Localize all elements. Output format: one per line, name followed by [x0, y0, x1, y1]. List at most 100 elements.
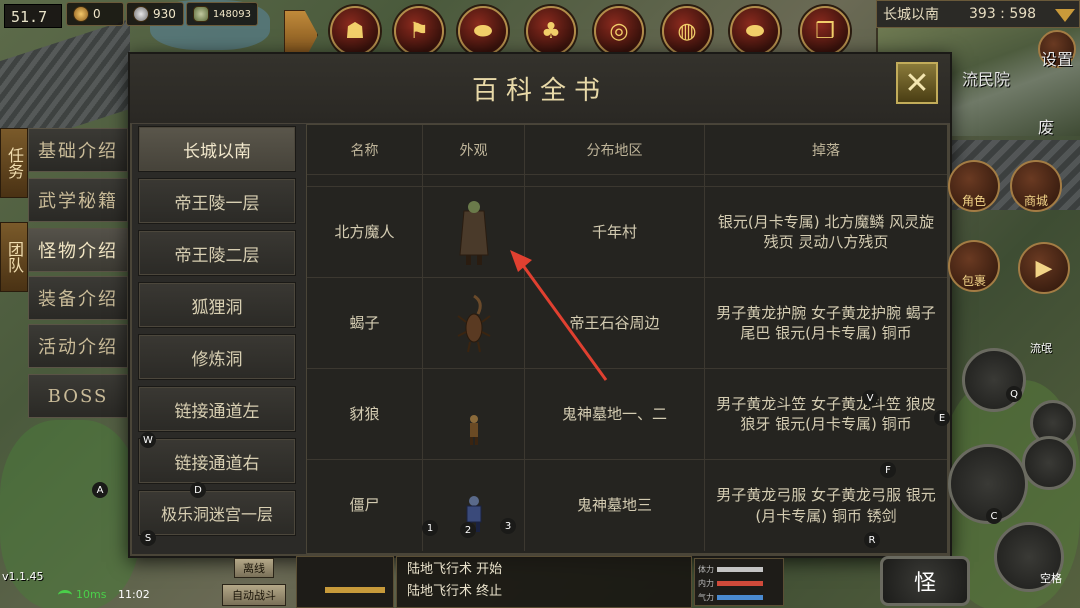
monster-drops: 男子黄龙弓服 女子黄龙弓服 银元(月卡专属) 铜币 锈剑	[716, 486, 936, 525]
category-tab[interactable]: BOSS	[28, 374, 128, 418]
close-icon: ✕	[904, 65, 930, 101]
team-tab[interactable]: 团队	[0, 222, 28, 292]
offline-label: 离线	[243, 562, 265, 575]
top-menu-icon-2[interactable]: ⚑	[394, 6, 444, 56]
monster-area: 鬼神墓地一、二	[525, 369, 705, 459]
category-label: 装备介绍	[38, 289, 118, 310]
settings-button[interactable]: 设置	[1038, 30, 1076, 69]
category-tab-active[interactable]: 怪物介绍	[28, 228, 128, 272]
category-label: 活动介绍	[38, 337, 118, 358]
key-hint-r: R	[864, 532, 880, 548]
monster-name: 僵尸	[307, 460, 423, 551]
top-menu-icon-3[interactable]: ⬬	[458, 6, 508, 56]
exp-bar	[325, 587, 385, 593]
monster-area: 千年村	[525, 187, 705, 277]
gold-amount: 0	[93, 7, 101, 21]
monster-appearance	[423, 187, 525, 277]
monster-name: 蝎子	[307, 278, 423, 368]
key-hint-s: S	[140, 530, 156, 546]
monster-appearance	[423, 278, 525, 368]
silver-amount: 930	[153, 7, 176, 21]
table-row[interactable]: 蝎子 帝王石谷周边 男子黄龙护腕 女子黄龙护腕 蝎子尾巴 银元(月卡专属) 铜币	[307, 278, 947, 369]
offline-button[interactable]: 离线	[234, 558, 274, 578]
monster-drops: 银元(月卡专属) 北方魔鳞 风灵旋残页 灵动八方残页	[717, 212, 935, 251]
table-row[interactable]: 北方魔人 千年村 银元(月卡专属) 北方魔鳞 风灵旋残页 灵动八方残页	[307, 187, 947, 278]
key-hint-f: F	[880, 462, 896, 478]
top-menu-icon-6[interactable]: ◍	[662, 6, 712, 56]
minimap-place: 流民院	[962, 70, 1011, 89]
monster-area: 鬼神墓地三	[525, 460, 705, 551]
key-hint-c: C	[986, 508, 1002, 524]
scorpion-sprite-icon	[456, 294, 491, 353]
map-item[interactable]: 极乐洞迷宫一层	[138, 490, 296, 536]
top-menu-icon-1[interactable]: ☗	[330, 6, 380, 56]
top-menu-icon-4[interactable]: ♣	[526, 6, 576, 56]
jump-up-button[interactable]	[1022, 436, 1076, 490]
location-bar[interactable]: 长城以南 393 : 598	[876, 0, 1080, 28]
category-label: 怪物介绍	[38, 241, 118, 262]
character-label: 角色	[961, 193, 986, 208]
map-item[interactable]: 帝王陵二层	[138, 230, 296, 276]
table-spacer	[307, 175, 947, 187]
gold-coin-icon	[73, 6, 89, 22]
token-amount: 148093	[212, 8, 251, 20]
monster-name: 豺狼	[307, 369, 423, 459]
key-hint-w: W	[140, 432, 156, 448]
bar-label: 内力	[698, 578, 714, 588]
category-tab[interactable]: 装备介绍	[28, 276, 128, 320]
team-tab-label: 团队	[5, 241, 24, 273]
key-hint-1: 1	[422, 520, 438, 536]
key-hint-a: A	[92, 482, 108, 498]
bag-button[interactable]: 包裹	[948, 240, 1000, 292]
category-tab[interactable]: 活动介绍	[28, 324, 128, 368]
silver-currency: 930	[126, 2, 184, 26]
header-area: 分布地区	[525, 125, 705, 174]
fps-counter: 51.7	[4, 4, 62, 28]
character-button[interactable]: 角色	[948, 160, 1000, 212]
map-item[interactable]: 帝王陵一层	[138, 178, 296, 224]
table-row[interactable]: 豺狼 鬼神墓地一、二 男子黄龙斗笠 女子黄龙斗笠 狼皮 狼牙 银元(月卡专属) …	[307, 369, 947, 460]
bar-label: 体力	[698, 564, 714, 574]
wolf-sprite-icon	[469, 415, 478, 445]
chevron-down-icon[interactable]	[1055, 9, 1075, 22]
monster-table[interactable]: 名称 外观 分布地区 掉落 北方魔人 千年村 银元(月卡专属) 北方魔鳞 风灵旋…	[306, 124, 948, 554]
system-log: 陆地飞行术 开始 陆地飞行术 终止	[396, 556, 692, 608]
energy-bar	[717, 594, 763, 600]
category-tab[interactable]: 基础介绍	[28, 128, 128, 172]
map-list: 长城以南 帝王陵一层 帝王陵二层 狐狸洞 修炼洞 链接通道左 链接通道右 极乐洞…	[138, 126, 300, 542]
top-menu-icon-5[interactable]: ◎	[594, 6, 644, 56]
ping-label: 10ms	[76, 588, 107, 601]
auto-battle-label: 自动战斗	[232, 589, 276, 602]
header-drops: 掉落	[812, 142, 840, 159]
map-item[interactable]: 链接通道左	[138, 386, 296, 432]
top-menu-icon-7[interactable]: ⬬	[730, 6, 780, 56]
version-label: v1.1.45	[2, 570, 44, 583]
monster-appearance	[423, 460, 525, 551]
demon-sprite-icon	[458, 201, 489, 265]
clock-label: 11:02	[118, 588, 150, 601]
gold-currency: 0	[66, 2, 124, 26]
header-appearance: 外观	[423, 125, 525, 174]
top-menu-icon-8[interactable]: ❒	[800, 6, 850, 56]
bar-label: 气力	[698, 592, 714, 602]
encyclopedia-dialog: 百科全书 ✕ 长城以南 帝王陵一层 帝王陵二层 狐狸洞 修炼洞 链接通道左 链接…	[128, 52, 952, 558]
category-label: BOSS	[47, 385, 109, 407]
key-hint-q: Q	[1006, 386, 1022, 402]
auto-battle-button[interactable]: 自动战斗	[222, 584, 286, 606]
quest-tab[interactable]: 任务	[0, 128, 28, 198]
key-hint-3: 3	[500, 518, 516, 534]
map-item[interactable]: 修炼洞	[138, 334, 296, 380]
category-tab[interactable]: 武学秘籍	[28, 178, 128, 222]
map-item[interactable]: 链接通道右	[138, 438, 296, 484]
minimap-place: 废	[1038, 118, 1055, 137]
dialog-title: 百科全书	[130, 54, 950, 124]
shop-button[interactable]: 商城	[1010, 160, 1062, 212]
map-item[interactable]: 长城以南	[138, 126, 296, 172]
axe-skill-button[interactable]	[962, 348, 1026, 412]
table-row[interactable]: 僵尸 鬼神墓地三 男子黄龙弓服 女子黄龙弓服 银元(月卡专属) 铜币 锈剑	[307, 460, 947, 551]
monster-toggle-button[interactable]: 怪	[880, 556, 970, 606]
close-button[interactable]: ✕	[896, 62, 938, 104]
map-item[interactable]: 狐狸洞	[138, 282, 296, 328]
right-arrow-button[interactable]: ▶	[1018, 242, 1070, 294]
space-key-label: 空格	[1040, 572, 1062, 585]
